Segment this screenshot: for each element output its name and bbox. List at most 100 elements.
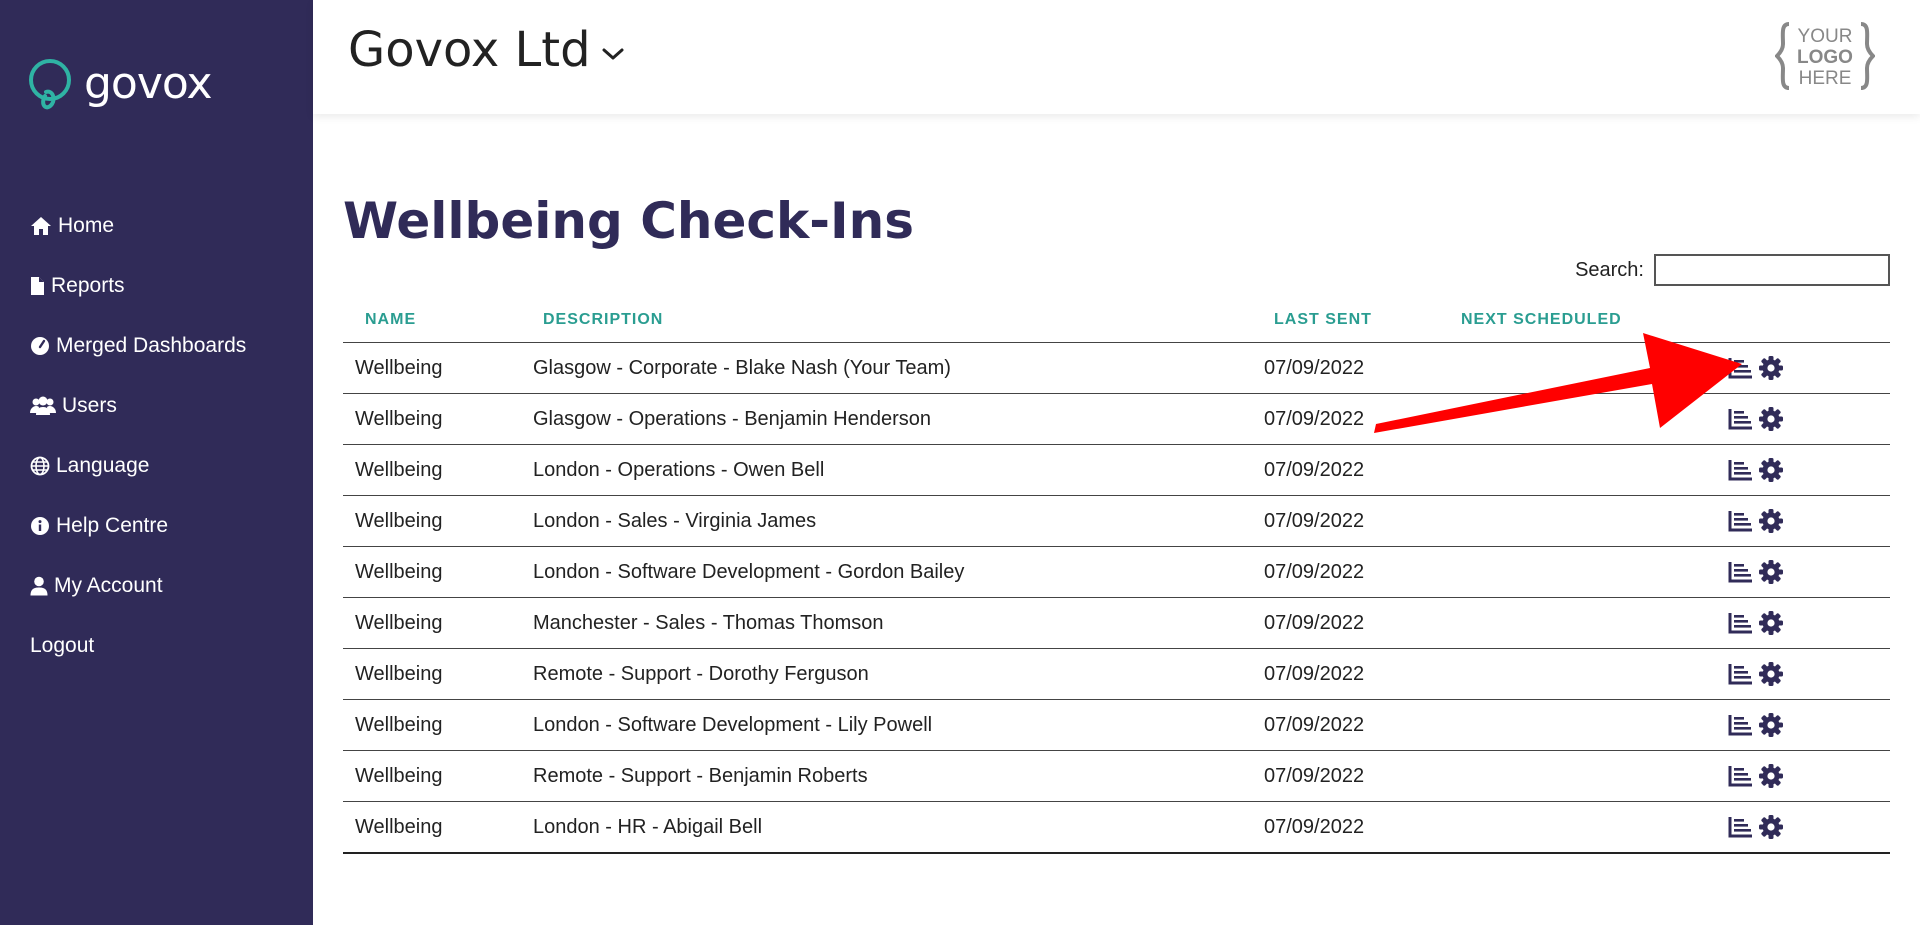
sidebar-item-label: My Account [54,574,163,597]
govox-logo-icon [29,59,71,110]
brand-logo[interactable]: govox [28,56,212,112]
sidebar-item-label: Help Centre [56,514,169,537]
row-actions [1728,406,1784,432]
report-icon[interactable] [1728,764,1754,788]
sidebar-item-home[interactable]: Home [30,196,246,256]
table-row[interactable]: Wellbeing Manchester - Sales - Thomas Th… [343,598,1890,649]
file-icon [31,277,44,295]
table-row[interactable]: Wellbeing London - Software Development … [343,547,1890,598]
column-header-next-scheduled[interactable]: NEXT SCHEDULED [1461,311,1728,329]
table-row[interactable]: Wellbeing London - Software Development … [343,700,1890,751]
top-header: Govox Ltd YOUR LOGO HERE [313,0,1920,114]
cell-last-sent: 07/09/2022 [1264,764,1365,787]
sidebar-item-reports[interactable]: Reports [30,256,246,316]
gauge-icon [31,337,49,355]
company-logo-placeholder: YOUR LOGO HERE [1774,20,1876,97]
search-bar: Search: [1575,254,1890,286]
cell-last-sent: 07/09/2022 [1264,611,1365,634]
report-icon[interactable] [1728,407,1754,431]
row-actions [1728,661,1784,687]
row-actions [1728,712,1784,738]
sidebar: govox Home Reports Merged Dashboards Use… [0,0,313,925]
cell-description: Glasgow - Operations - Benjamin Henderso… [533,407,931,430]
cell-description: Remote - Support - Dorothy Ferguson [533,662,869,685]
table-row[interactable]: Wellbeing Remote - Support - Benjamin Ro… [343,751,1890,802]
sidebar-item-logout[interactable]: Logout [30,616,246,676]
sidebar-nav: Home Reports Merged Dashboards Users Lan… [30,196,246,676]
table-row[interactable]: Wellbeing London - Operations - Owen Bel… [343,445,1890,496]
table-row[interactable]: Wellbeing Remote - Support - Dorothy Fer… [343,649,1890,700]
table-row[interactable]: Wellbeing Glasgow - Corporate - Blake Na… [343,343,1890,394]
table-body: Wellbeing Glasgow - Corporate - Blake Na… [343,343,1890,854]
sidebar-item-my-account[interactable]: My Account [30,556,246,616]
sidebar-item-users[interactable]: Users [30,376,246,436]
org-switcher[interactable]: Govox Ltd [348,22,625,78]
table-row[interactable]: Wellbeing London - HR - Abigail Bell 07/… [343,802,1890,854]
row-actions [1728,508,1784,534]
gear-icon[interactable] [1758,559,1784,585]
cell-name: Wellbeing [355,407,443,430]
report-icon[interactable] [1728,815,1754,839]
gear-icon[interactable] [1758,457,1784,483]
report-icon[interactable] [1728,458,1754,482]
gear-icon[interactable] [1758,763,1784,789]
table-row[interactable]: Wellbeing Glasgow - Operations - Benjami… [343,394,1890,445]
report-icon[interactable] [1728,611,1754,635]
report-icon[interactable] [1728,356,1754,380]
cell-description: Manchester - Sales - Thomas Thomson [533,611,884,634]
your-logo-here-icon: YOUR LOGO HERE [1774,22,1876,90]
cell-name: Wellbeing [355,815,443,838]
cell-last-sent: 07/09/2022 [1264,713,1365,736]
cell-description: London - Software Development - Lily Pow… [533,713,933,736]
table-row[interactable]: Wellbeing London - Sales - Virginia Jame… [343,496,1890,547]
logo-line-1: YOUR [1798,26,1853,47]
search-input[interactable] [1654,254,1890,286]
sidebar-item-help-centre[interactable]: Help Centre [30,496,246,556]
sidebar-item-label: Users [62,394,117,417]
cell-name: Wellbeing [355,356,443,379]
cell-last-sent: 07/09/2022 [1264,560,1365,583]
search-label: Search: [1575,258,1644,281]
sidebar-item-language[interactable]: Language [30,436,246,496]
checkins-table: NAME DESCRIPTION LAST SENT NEXT SCHEDULE… [343,297,1890,854]
home-icon [31,217,51,235]
gear-icon[interactable] [1758,355,1784,381]
column-header-name[interactable]: NAME [343,311,521,329]
logo-line-3: HERE [1799,68,1852,89]
sidebar-item-merged-dashboards[interactable]: Merged Dashboards [30,316,246,376]
report-icon[interactable] [1728,713,1754,737]
column-header-description[interactable]: DESCRIPTION [521,311,1264,329]
cell-description: London - HR - Abigail Bell [533,815,763,838]
report-icon[interactable] [1728,560,1754,584]
cell-last-sent: 07/09/2022 [1264,356,1365,379]
cell-last-sent: 07/09/2022 [1264,458,1365,481]
globe-icon [30,456,50,476]
report-icon[interactable] [1728,662,1754,686]
gear-icon[interactable] [1758,406,1784,432]
cell-last-sent: 07/09/2022 [1264,407,1365,430]
cell-description: London - Sales - Virginia James [533,509,817,532]
gear-icon[interactable] [1758,712,1784,738]
users-icon [30,396,56,415]
cell-description: London - Software Development - Gordon B… [533,560,965,583]
row-actions [1728,457,1784,483]
gear-icon[interactable] [1758,610,1784,636]
cell-last-sent: 07/09/2022 [1264,509,1365,532]
sidebar-item-label: Logout [30,634,95,657]
gear-icon[interactable] [1758,508,1784,534]
brand-name: govox [84,58,212,109]
row-actions [1728,763,1784,789]
sidebar-item-label: Language [56,454,150,477]
sidebar-item-label: Reports [51,274,125,297]
gear-icon[interactable] [1758,814,1784,840]
page-title: Wellbeing Check-Ins [343,192,914,250]
report-icon[interactable] [1728,509,1754,533]
cell-name: Wellbeing [355,560,443,583]
gear-icon[interactable] [1758,661,1784,687]
cell-last-sent: 07/09/2022 [1264,662,1365,685]
row-actions [1728,355,1784,381]
row-actions [1728,559,1784,585]
row-actions [1728,610,1784,636]
column-header-last-sent[interactable]: LAST SENT [1264,311,1461,329]
cell-description: London - Operations - Owen Bell [533,458,825,481]
